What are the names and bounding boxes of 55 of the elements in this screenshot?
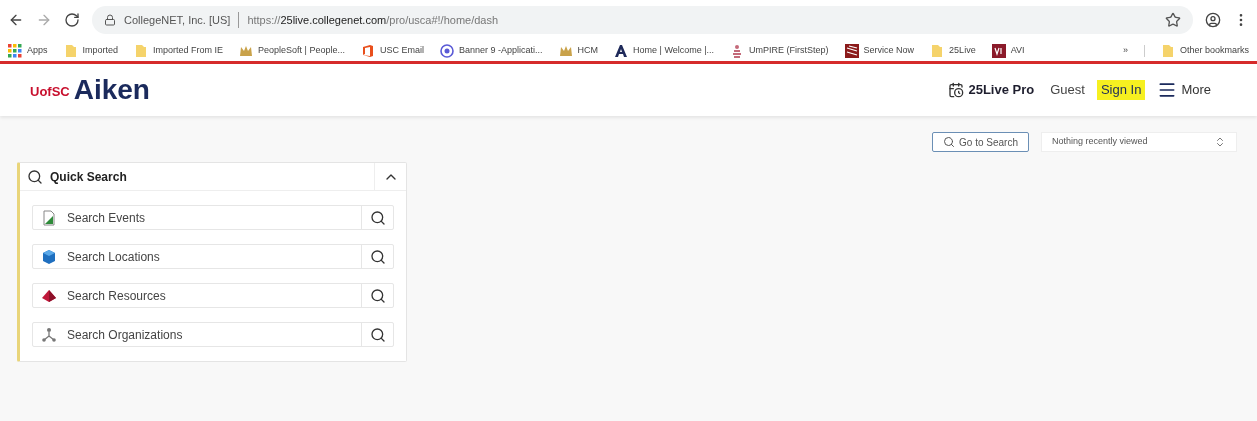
search-icon xyxy=(943,136,956,148)
org-chart-icon xyxy=(41,326,57,343)
folder-icon xyxy=(930,43,945,58)
search-link[interactable]: Search Locations xyxy=(33,247,361,266)
profile-icon[interactable] xyxy=(1205,12,1221,28)
up-down-caret-icon xyxy=(1214,136,1226,148)
search-icon xyxy=(27,168,43,185)
sign-in-link[interactable]: Sign In xyxy=(1096,80,1146,100)
reload-icon[interactable] xyxy=(64,12,80,28)
bookmark-item[interactable]: Apps xyxy=(8,43,48,58)
striped-logo-icon xyxy=(844,43,859,58)
user-name: Guest xyxy=(1050,81,1085,100)
office-icon xyxy=(361,43,375,58)
bookmarks-overflow[interactable]: » xyxy=(1122,43,1128,58)
apps-grid-icon xyxy=(8,43,22,58)
bookmark-item[interactable]: Imported From IE xyxy=(134,43,224,58)
bookmark-item[interactable]: UmPIRE (FirstStep) xyxy=(730,43,829,58)
site-logo[interactable]: UofSC Aiken xyxy=(30,76,150,104)
more-menu-button[interactable]: More xyxy=(1157,80,1211,100)
bookmark-item[interactable]: Service Now xyxy=(844,43,915,58)
recent-items-select[interactable]: Nothing recently viewed xyxy=(1041,132,1237,152)
search-icon xyxy=(369,326,386,343)
search-link[interactable]: Search Events xyxy=(33,208,361,227)
search-icon xyxy=(369,287,386,304)
circle-logo-icon xyxy=(440,43,454,58)
bookmark-item[interactable]: HCM xyxy=(558,43,599,58)
site-identity: CollegeNET, Inc. [US] xyxy=(124,12,231,28)
product-name: 25Live Pro xyxy=(968,81,1035,100)
calendar-icon xyxy=(948,82,965,98)
search-icon xyxy=(369,248,386,265)
folder-icon xyxy=(63,43,78,58)
folder-icon xyxy=(1160,43,1175,58)
go-to-search-button[interactable]: Go to Search xyxy=(932,132,1029,152)
back-icon[interactable] xyxy=(8,12,24,28)
bookmark-item[interactable]: Home | Welcome |... xyxy=(614,43,715,58)
document-icon xyxy=(41,209,57,226)
bookmark-item[interactable]: Other bookmarks xyxy=(1160,43,1249,58)
folder-icon xyxy=(134,43,149,58)
search-link[interactable]: Search Organizations xyxy=(33,325,361,344)
bookmark-item[interactable]: 25Live xyxy=(930,43,976,58)
search-icon xyxy=(369,209,386,226)
address-bar[interactable]: CollegeNET, Inc. [US] https://25live.collegenet.com/pro/usca#!/home/dash xyxy=(92,6,1193,34)
cube-icon xyxy=(41,248,57,265)
panel-title: Quick Search xyxy=(50,168,128,186)
letter-a-icon xyxy=(614,43,629,58)
bookmark-item[interactable]: PeopleSoft | People... xyxy=(239,43,345,58)
bookmark-item[interactable]: Imported xyxy=(63,43,119,58)
search-link[interactable]: Search Resources xyxy=(33,286,361,305)
lock-icon xyxy=(104,14,116,26)
bookmark-item[interactable]: AVI xyxy=(991,43,1025,58)
bookmark-star-icon[interactable] xyxy=(1165,12,1181,28)
bookmark-item[interactable]: USC Email xyxy=(361,43,424,58)
square-logo-icon xyxy=(991,43,1006,58)
url-text: https://25live.collegenet.com/pro/usca#!/home/dash xyxy=(247,12,499,28)
bookmark-item[interactable]: Banner 9 -Applicati... xyxy=(440,43,543,58)
